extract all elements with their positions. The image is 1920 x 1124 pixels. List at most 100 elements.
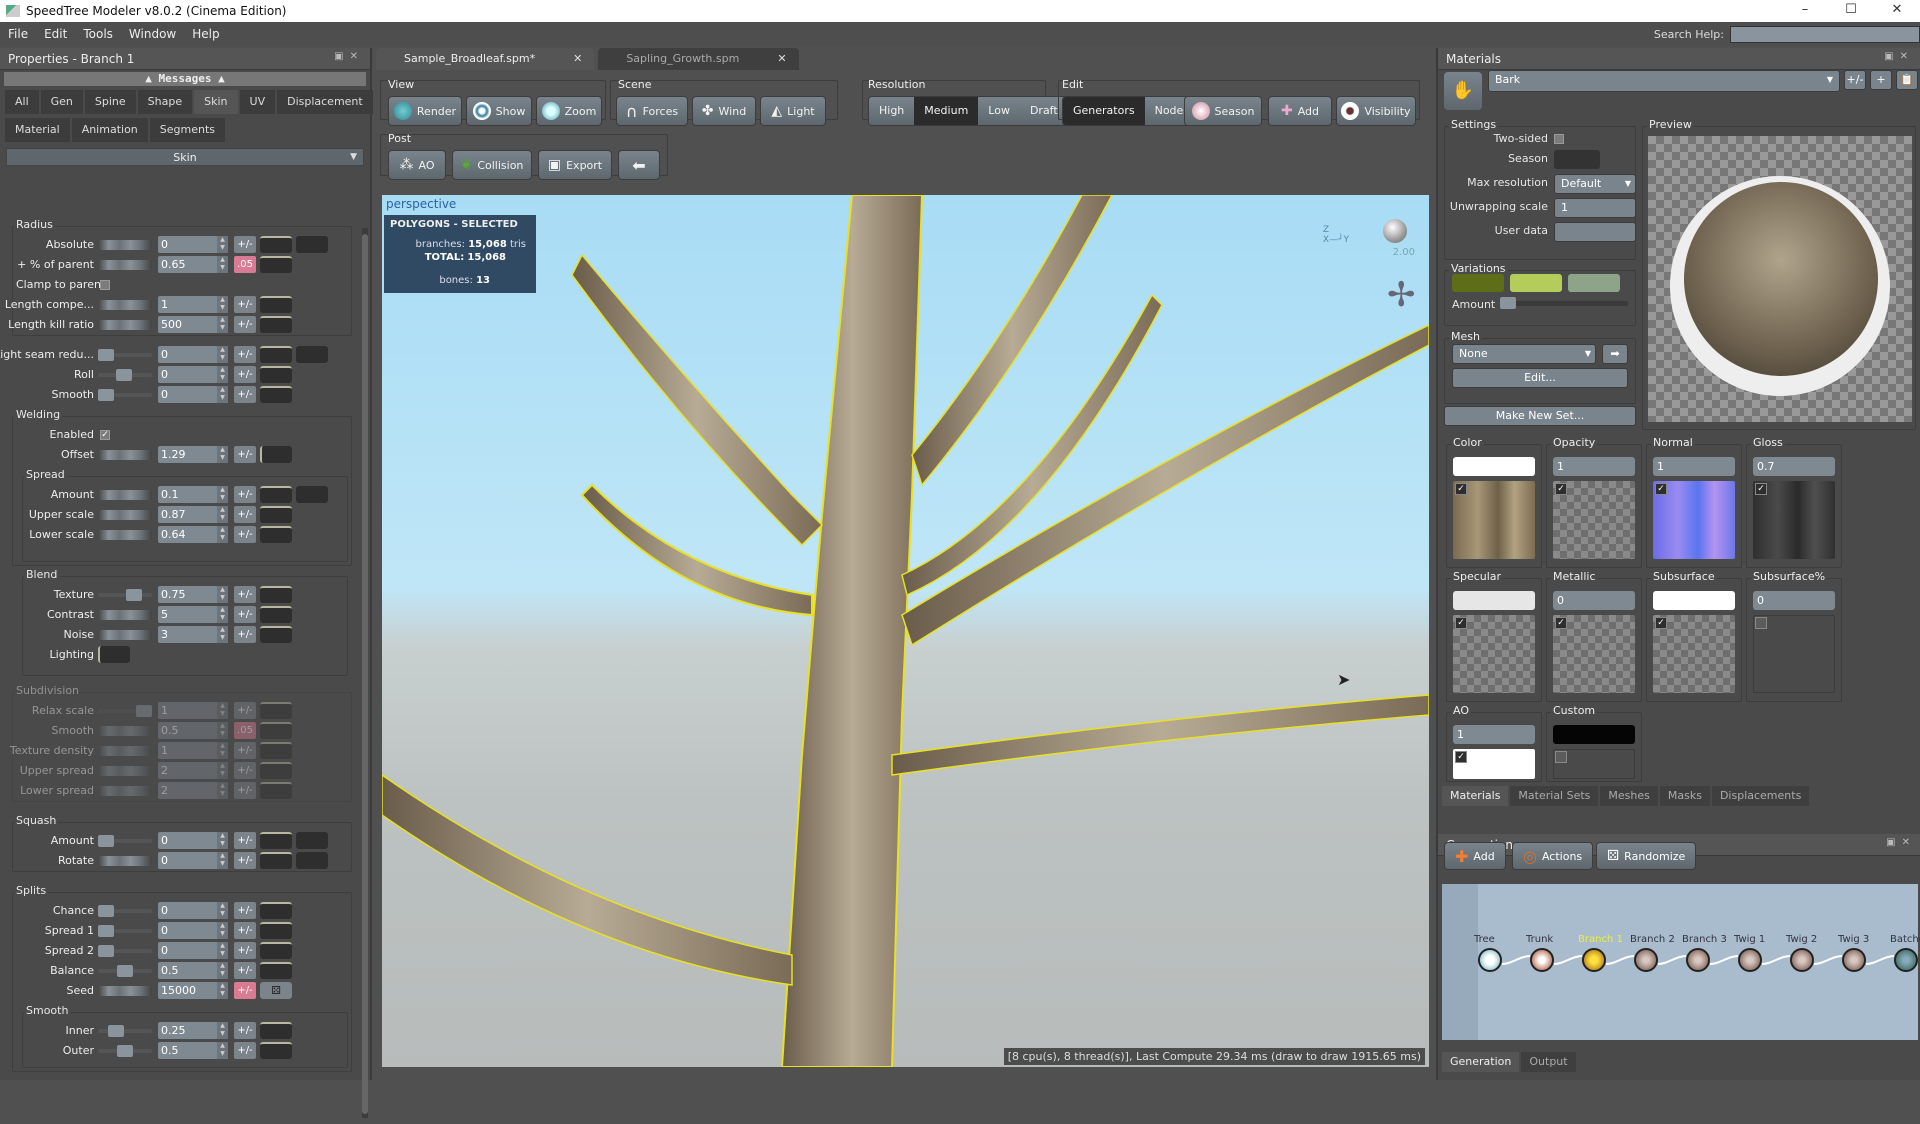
close-panel-icon[interactable]: ✕ bbox=[350, 51, 364, 62]
spinner[interactable]: ▲ ▼ bbox=[217, 852, 228, 869]
gen-add-button[interactable]: ✚ Add bbox=[1444, 842, 1506, 870]
spinner[interactable]: ▲ ▼ bbox=[217, 942, 228, 959]
map-enable-checkbox[interactable]: ✓ bbox=[1555, 483, 1567, 495]
tab-gen[interactable]: Gen bbox=[40, 90, 83, 114]
curve-editor[interactable] bbox=[260, 922, 292, 939]
variance-button[interactable]: +/- bbox=[234, 782, 256, 799]
clamp-checkbox[interactable] bbox=[100, 280, 110, 290]
curve-editor[interactable] bbox=[260, 256, 292, 273]
material-preview[interactable] bbox=[1648, 136, 1912, 422]
spinner[interactable]: ▲ ▼ bbox=[217, 782, 228, 799]
maximize-button[interactable]: ☐ bbox=[1828, 0, 1874, 22]
wind-fan-icon[interactable]: ✢ bbox=[1387, 275, 1416, 315]
spinner[interactable]: ▲ ▼ bbox=[217, 626, 228, 643]
map-enable-checkbox[interactable]: ✓ bbox=[1455, 483, 1467, 495]
value-slider[interactable] bbox=[98, 240, 152, 250]
spinner[interactable]: ▲ ▼ bbox=[217, 606, 228, 623]
arrow-right-icon[interactable]: ➡ bbox=[1602, 344, 1628, 364]
curve-editor[interactable] bbox=[260, 832, 292, 849]
spinner[interactable]: ▲ ▼ bbox=[217, 236, 228, 253]
tab-output[interactable]: Output bbox=[1521, 1052, 1576, 1072]
spinner[interactable]: ▲ ▼ bbox=[217, 1022, 228, 1039]
messages-bar[interactable]: ▲ Messages ▲ bbox=[4, 72, 366, 86]
close-panel-icon[interactable]: ✕ bbox=[1900, 51, 1914, 62]
menu-tools[interactable]: Tools bbox=[75, 27, 121, 41]
value-slider[interactable] bbox=[98, 510, 152, 520]
curve-editor[interactable] bbox=[260, 586, 292, 603]
curve-editor[interactable] bbox=[260, 296, 292, 313]
show-button[interactable]: Show bbox=[466, 96, 532, 126]
variance-button[interactable]: +/- bbox=[234, 742, 256, 759]
generator-node[interactable] bbox=[1842, 948, 1866, 972]
curve-editor[interactable] bbox=[260, 626, 292, 643]
value-slider[interactable] bbox=[98, 925, 152, 937]
variance-button[interactable]: +/- bbox=[234, 702, 256, 719]
spinner[interactable]: ▲ ▼ bbox=[217, 902, 228, 919]
curve-editor[interactable] bbox=[260, 606, 292, 623]
map-enable-checkbox[interactable]: ✓ bbox=[1655, 483, 1667, 495]
material-variance-button[interactable]: +/- bbox=[1844, 70, 1866, 90]
generator-node[interactable] bbox=[1634, 948, 1658, 972]
curve-editor-2[interactable] bbox=[296, 832, 328, 849]
resolution-high[interactable]: High bbox=[869, 97, 915, 125]
lighting-curve[interactable] bbox=[98, 646, 130, 663]
variance-button[interactable]: +/- bbox=[234, 346, 256, 363]
wind-button[interactable]: ✤ Wind bbox=[692, 96, 756, 126]
value-slider[interactable] bbox=[98, 856, 152, 866]
clipboard-icon[interactable]: 📋 bbox=[1896, 70, 1918, 90]
value-slider[interactable] bbox=[98, 320, 152, 330]
map-enable-checkbox[interactable]: ✓ bbox=[1455, 751, 1467, 763]
value-slider[interactable] bbox=[98, 589, 152, 601]
spinner[interactable]: ▲ ▼ bbox=[217, 446, 228, 463]
generator-graph[interactable]: Tree Trunk Branch 1 Branch 2 Branch 3 Twig 1 T… bbox=[1442, 884, 1920, 1040]
variance-button[interactable]: +/- bbox=[234, 1042, 256, 1059]
spinner[interactable]: ▲ ▼ bbox=[217, 256, 228, 273]
value-slider[interactable] bbox=[98, 349, 152, 361]
spinner[interactable]: ▲ ▼ bbox=[217, 346, 228, 363]
map-value-input[interactable]: 1 bbox=[1653, 457, 1735, 476]
curve-editor[interactable] bbox=[260, 702, 292, 719]
menu-file[interactable]: File bbox=[0, 27, 36, 41]
variance-button[interactable]: +/- bbox=[234, 626, 256, 643]
tab-meshes[interactable]: Meshes bbox=[1600, 786, 1658, 806]
render-button[interactable]: Render bbox=[388, 96, 462, 126]
variance-button[interactable]: +/- bbox=[234, 982, 256, 999]
curve-editor[interactable] bbox=[260, 346, 292, 363]
two-sided-checkbox[interactable] bbox=[1554, 134, 1564, 144]
curve-editor[interactable] bbox=[260, 386, 292, 403]
add-material-button[interactable]: + bbox=[1870, 70, 1892, 90]
variance-button[interactable]: +/- bbox=[234, 316, 256, 333]
close-tab-icon[interactable]: ✕ bbox=[777, 48, 786, 70]
spinner[interactable]: ▲ ▼ bbox=[217, 486, 228, 503]
variance-button[interactable]: +/- bbox=[234, 296, 256, 313]
curve-editor[interactable] bbox=[260, 486, 292, 503]
curve-editor[interactable] bbox=[260, 762, 292, 779]
map-enable-checkbox[interactable]: ✓ bbox=[1555, 617, 1567, 629]
value-slider[interactable] bbox=[98, 965, 152, 977]
generator-node[interactable] bbox=[1790, 948, 1814, 972]
section-dropdown[interactable]: Skin ▼ bbox=[6, 148, 364, 166]
value-slider[interactable] bbox=[98, 726, 152, 736]
value-slider[interactable] bbox=[98, 835, 152, 847]
spinner[interactable]: ▲ ▼ bbox=[217, 1042, 228, 1059]
value-slider[interactable] bbox=[98, 1045, 152, 1057]
minimize-button[interactable]: – bbox=[1782, 0, 1828, 22]
spinner[interactable]: ▲ ▼ bbox=[217, 962, 228, 979]
map-color-swatch[interactable] bbox=[1553, 725, 1635, 744]
variance-button[interactable]: +/- bbox=[234, 586, 256, 603]
spinner[interactable]: ▲ ▼ bbox=[217, 762, 228, 779]
collision-button[interactable]: ❦ Collision bbox=[452, 150, 532, 180]
unwrapping-scale-input[interactable]: 1 bbox=[1554, 198, 1636, 218]
tab-uv[interactable]: UV bbox=[239, 90, 276, 114]
map-enable-checkbox[interactable]: ✓ bbox=[1755, 483, 1767, 495]
variance-button[interactable]: .05 bbox=[234, 256, 256, 273]
spinner[interactable]: ▲ ▼ bbox=[217, 316, 228, 333]
curve-editor[interactable] bbox=[260, 366, 292, 383]
variance-button[interactable]: +/- bbox=[234, 486, 256, 503]
spinner[interactable]: ▲ ▼ bbox=[217, 982, 228, 999]
gen-randomize-button[interactable]: ⚄ Randomize bbox=[1596, 842, 1697, 870]
value-slider[interactable] bbox=[98, 369, 152, 381]
value-slider[interactable] bbox=[98, 450, 152, 460]
light-button[interactable]: ◭ Light bbox=[760, 96, 826, 126]
curve-editor-2[interactable] bbox=[296, 486, 328, 503]
